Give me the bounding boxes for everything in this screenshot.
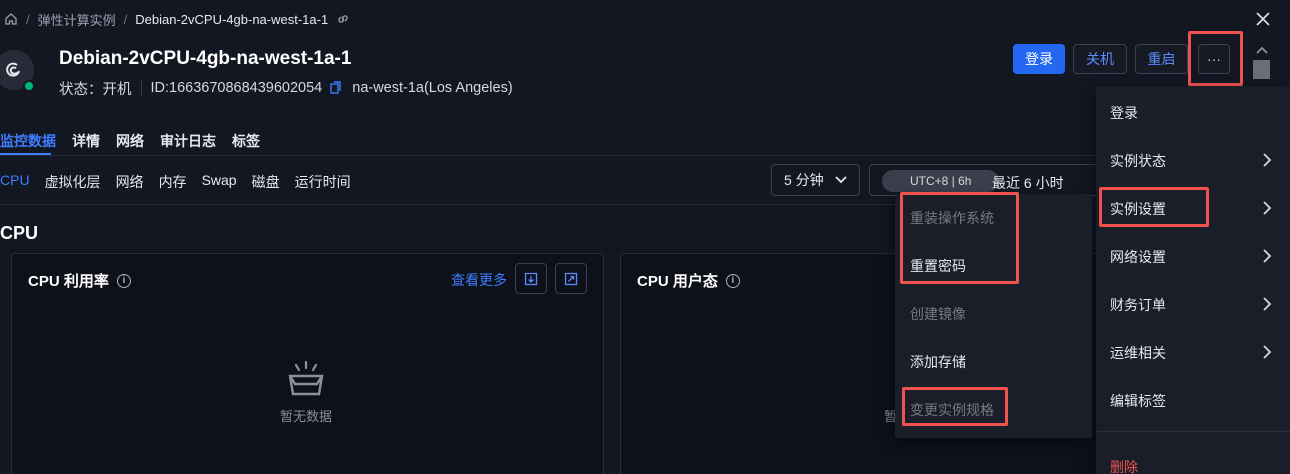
chevron-right-icon [1262,200,1272,216]
view-more-link[interactable]: 查看更多 [451,270,507,290]
card-title-text: CPU 利用率 [28,273,109,290]
subtab-disk[interactable]: 磁盘 [252,172,280,192]
tab-audit-log[interactable]: 审计日志 [160,131,216,151]
status-label: 状态： [59,81,103,98]
menu-item-billing[interactable]: 财务订单 [1110,295,1166,315]
divider [140,81,142,95]
close-icon[interactable] [1253,9,1273,29]
menu-item-edit-tags[interactable]: 编辑标签 [1110,391,1166,411]
chevron-right-icon [1262,248,1272,264]
breadcrumb: / 弹性计算实例 / Debian-2vCPU-4gb-na-west-1a-1 [4,10,350,28]
divider [1096,431,1290,432]
subtab-network[interactable]: 网络 [116,172,144,192]
subtab-cpu[interactable]: CPU [0,172,30,192]
subtab-swap[interactable]: Swap [202,172,237,192]
card-title-text: CPU 用户态 [637,273,718,290]
chevron-right-icon [1262,152,1272,168]
tab-network[interactable]: 网络 [116,131,144,151]
submenu-item-reinstall-os[interactable]: 重装操作系统 [910,208,994,228]
more-actions-menu: 登录 实例状态 实例设置 网络设置 财务订单 运维相关 编辑标签 删除 [1096,86,1290,474]
interval-select[interactable]: 5 分钟 [771,164,860,196]
submenu-item-add-storage[interactable]: 添加存储 [910,352,966,372]
instance-settings-submenu: 重装操作系统 重置密码 创建镜像 添加存储 变更实例规格 [895,194,1092,438]
chevron-down-icon [834,175,848,185]
metric-subtabs: CPU 虚拟化层 网络 内存 Swap 磁盘 运行时间 [0,172,351,192]
instance-id: ID:1663670868439602054 [150,80,323,96]
section-title: CPU [0,223,39,243]
scrollbar-thumb[interactable] [1253,60,1270,79]
info-icon[interactable]: i [116,273,131,288]
time-range-picker[interactable]: UTC+8 | 6h 最近 6 小时 [869,164,1099,196]
subtab-uptime[interactable]: 运行时间 [295,172,351,192]
empty-box-icon [288,360,324,396]
timezone-pill: UTC+8 | 6h [882,170,1000,192]
tab-details[interactable]: 详情 [72,131,100,151]
main-tabs: 监控数据 详情 网络 审计日志 标签 [0,131,260,151]
divider [0,155,1095,156]
menu-item-delete[interactable]: 删除 [1110,457,1138,474]
expand-button[interactable] [555,263,587,294]
menu-item-instance-status[interactable]: 实例状态 [1110,151,1166,171]
export-button[interactable] [515,263,547,294]
link-icon[interactable] [336,12,350,26]
breadcrumb-separator: / [123,11,128,27]
breadcrumb-item-ecs[interactable]: 弹性计算实例 [38,10,116,29]
instance-meta: 状态： 开机 ID:1663670868439602054 na-west-1a… [59,78,513,98]
submenu-item-change-spec[interactable]: 变更实例规格 [910,400,994,420]
chevron-right-icon [1262,296,1272,312]
info-icon[interactable]: i [725,273,740,288]
empty-state-text: 暂无数据 [280,409,333,424]
instance-region: na-west-1a(Los Angeles) [352,80,513,96]
submenu-item-reset-password[interactable]: 重置密码 [910,256,966,276]
cpu-user-title: CPU 用户态 i [637,270,740,291]
menu-item-network-settings[interactable]: 网络设置 [1110,247,1166,267]
breadcrumb-separator: / [26,11,30,27]
home-icon[interactable] [4,12,18,26]
restart-button[interactable]: 重启 [1135,44,1188,74]
menu-item-login[interactable]: 登录 [1110,103,1138,123]
copy-icon[interactable] [330,81,342,95]
expand-icon [564,272,578,286]
subtab-virtualization[interactable]: 虚拟化层 [45,172,101,192]
shutdown-button[interactable]: 关机 [1073,44,1127,74]
cpu-usage-title: CPU 利用率 i [28,270,131,291]
menu-item-instance-settings[interactable]: 实例设置 [1110,199,1166,219]
interval-value: 5 分钟 [784,172,824,188]
more-actions-button[interactable]: ··· [1198,44,1230,74]
submenu-item-create-image[interactable]: 创建镜像 [910,304,966,324]
status-value: 开机 [102,81,132,98]
breadcrumb-item-current: Debian-2vCPU-4gb-na-west-1a-1 [135,11,329,27]
scroll-up-icon[interactable] [1255,44,1269,56]
subtab-memory[interactable]: 内存 [159,172,187,192]
login-button[interactable]: 登录 [1013,44,1065,74]
export-icon [524,272,538,286]
time-range-value: 最近 6 小时 [992,175,1064,191]
menu-item-ops[interactable]: 运维相关 [1110,343,1166,363]
instance-title: Debian-2vCPU-4gb-na-west-1a-1 [59,48,352,69]
status-dot [23,80,35,92]
chevron-right-icon [1262,344,1272,360]
tab-tags[interactable]: 标签 [232,131,260,151]
tab-monitoring[interactable]: 监控数据 [0,131,56,151]
